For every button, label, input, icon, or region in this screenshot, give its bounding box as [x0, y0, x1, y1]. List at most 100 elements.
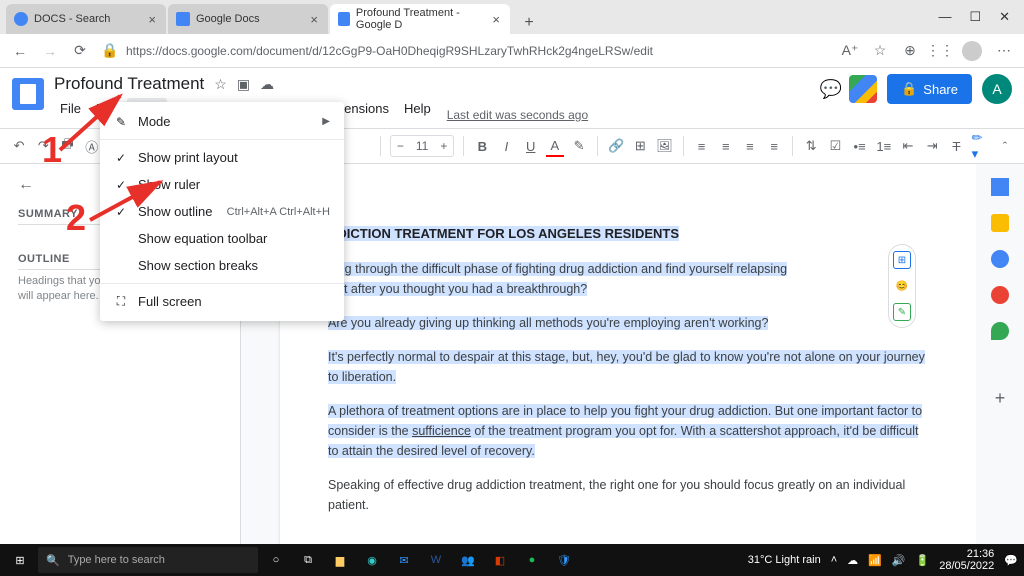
menu-show-outline[interactable]: ✓ Show outline Ctrl+Alt+A Ctrl+Alt+H [100, 198, 344, 225]
paragraph-text[interactable]: It's perfectly normal to despair at this… [328, 350, 925, 384]
redo-button[interactable]: ↷ [34, 135, 52, 157]
cortana-icon[interactable]: ○ [262, 546, 290, 574]
calendar-icon[interactable] [991, 178, 1009, 196]
align-center-button[interactable]: ≡ [717, 135, 735, 157]
menu-icon[interactable]: ⋯ [996, 43, 1012, 59]
link-button[interactable]: 🔗 [607, 135, 625, 157]
tray-chevron-icon[interactable]: ˄ [831, 554, 837, 566]
italic-button[interactable]: I [497, 135, 515, 157]
office-icon[interactable]: ◧ [486, 546, 514, 574]
cloud-icon[interactable]: ☁ [260, 76, 274, 93]
line-spacing-button[interactable]: ⇅ [802, 135, 820, 157]
favorite-icon[interactable]: ☆ [872, 43, 888, 59]
menu-show-section-breaks[interactable]: Show section breaks [100, 252, 344, 279]
tab-0[interactable]: DOCS - Search × [6, 4, 166, 34]
doc-title[interactable]: Profound Treatment [54, 74, 204, 94]
menu-mode[interactable]: ✎ Mode ▶ [100, 108, 344, 135]
close-icon[interactable]: × [310, 12, 318, 27]
taskbar-search[interactable]: 🔍 Type here to search [38, 547, 258, 573]
paragraph-text[interactable]: just after you thought you had a breakth… [328, 282, 587, 296]
collections-icon[interactable]: ⊕ [902, 43, 918, 59]
add-on-icon[interactable]: + [995, 388, 1006, 409]
indent-more-button[interactable]: ⇥ [923, 135, 941, 157]
security-icon[interactable]: 🛡 [550, 546, 578, 574]
back-button[interactable]: ← [12, 43, 28, 59]
last-edit[interactable]: Last edit was seconds ago [447, 108, 588, 122]
fontsize-control[interactable]: −11+ [390, 135, 455, 157]
menu-file[interactable]: File [54, 98, 87, 119]
document-canvas[interactable]: DDICTION TREATMENT FOR LOS ANGELES RESID… [240, 164, 976, 544]
avatar[interactable]: A [982, 74, 1012, 104]
menu-show-print-layout[interactable]: ✓ Show print layout [100, 144, 344, 171]
url-field[interactable]: 🔒 https://docs.google.com/document/d/12c… [102, 43, 828, 59]
emoji-icon[interactable]: 😊 [893, 277, 911, 295]
spellcheck-button[interactable]: Ⓐ [83, 135, 101, 157]
word-icon[interactable]: W [422, 546, 450, 574]
forward-button[interactable]: → [42, 43, 58, 59]
extensions-icon[interactable]: ⋮⋮ [932, 43, 948, 59]
read-aloud-icon[interactable]: A⁺ [842, 43, 858, 59]
explorer-icon[interactable]: ▆ [326, 546, 354, 574]
clock-time[interactable]: 21:36 [939, 548, 994, 560]
outlook-icon[interactable]: ✉ [390, 546, 418, 574]
menu-show-ruler[interactable]: ✓ Show ruler [100, 171, 344, 198]
menu-show-equation-toolbar[interactable]: Show equation toolbar [100, 225, 344, 252]
maximize-button[interactable]: ☐ [969, 9, 981, 25]
maps-icon[interactable] [991, 322, 1009, 340]
clear-format-button[interactable]: T [947, 135, 965, 157]
misspelled-word[interactable]: sufficience [412, 424, 471, 438]
meet-button[interactable] [849, 75, 877, 103]
tasks-icon[interactable] [991, 250, 1009, 268]
paragraph-text[interactable]: Speaking of effective drug addiction tre… [328, 478, 905, 512]
move-icon[interactable]: ▣ [237, 76, 250, 93]
keep-icon[interactable] [991, 214, 1009, 232]
suggest-icon[interactable]: ✎ [893, 303, 911, 321]
align-justify-button[interactable]: ≡ [765, 135, 783, 157]
comments-icon[interactable]: 💬 [823, 81, 839, 97]
undo-button[interactable]: ↶ [10, 135, 28, 157]
contacts-icon[interactable] [991, 286, 1009, 304]
bullet-list-button[interactable]: •≡ [851, 135, 869, 157]
print-button[interactable]: 🖶 [58, 135, 76, 157]
close-button[interactable]: ✕ [999, 9, 1010, 25]
spotify-icon[interactable]: ● [518, 546, 546, 574]
start-button[interactable]: ⊞ [6, 546, 34, 574]
menu-help[interactable]: Help [398, 98, 437, 119]
bold-button[interactable]: B [473, 135, 491, 157]
comment-button[interactable]: ⊞ [631, 135, 649, 157]
underline-button[interactable]: U [522, 135, 540, 157]
new-tab-button[interactable]: + [518, 12, 540, 34]
profile-icon[interactable] [962, 41, 982, 61]
image-button[interactable]: 🖼 [655, 135, 673, 157]
close-icon[interactable]: × [148, 12, 156, 27]
number-list-button[interactable]: 1≡ [875, 135, 893, 157]
align-left-button[interactable]: ≡ [692, 135, 710, 157]
paragraph-text[interactable]: oing through the difficult phase of figh… [328, 262, 787, 276]
checklist-button[interactable]: ☑ [826, 135, 844, 157]
close-icon[interactable]: × [492, 12, 500, 27]
docs-logo-icon[interactable] [12, 78, 44, 110]
menu-full-screen[interactable]: ⛶ Full screen [100, 288, 344, 315]
paragraph-text[interactable]: Are you already giving up thinking all m… [328, 316, 768, 330]
text-color-button[interactable]: A [546, 135, 564, 157]
battery-icon[interactable]: 🔋 [916, 554, 930, 567]
volume-icon[interactable]: 🔊 [892, 554, 906, 567]
wifi-icon[interactable]: 📶 [868, 554, 882, 567]
collapse-button[interactable]: ˆ [996, 135, 1014, 157]
share-button[interactable]: 🔒 Share [887, 74, 972, 104]
edge-icon[interactable]: ◉ [358, 546, 386, 574]
align-right-button[interactable]: ≡ [741, 135, 759, 157]
doc-heading[interactable]: DDICTION TREATMENT FOR LOS ANGELES RESID… [328, 226, 679, 241]
editing-mode-button[interactable]: ✏ ▾ [972, 135, 990, 157]
onedrive-icon[interactable]: ☁ [847, 554, 858, 567]
add-comment-icon[interactable]: ⊞ [893, 251, 911, 269]
weather-widget[interactable]: 31°C Light rain [748, 554, 821, 566]
refresh-button[interactable]: ⟳ [72, 43, 88, 59]
star-icon[interactable]: ☆ [214, 76, 227, 93]
notifications-icon[interactable]: 💬 [1004, 554, 1018, 567]
minimize-button[interactable]: — [938, 9, 951, 25]
tab-2[interactable]: Profound Treatment - Google D × [330, 4, 510, 34]
teams-icon[interactable]: 👥 [454, 546, 482, 574]
tab-1[interactable]: Google Docs × [168, 4, 328, 34]
taskview-icon[interactable]: ⧉ [294, 546, 322, 574]
